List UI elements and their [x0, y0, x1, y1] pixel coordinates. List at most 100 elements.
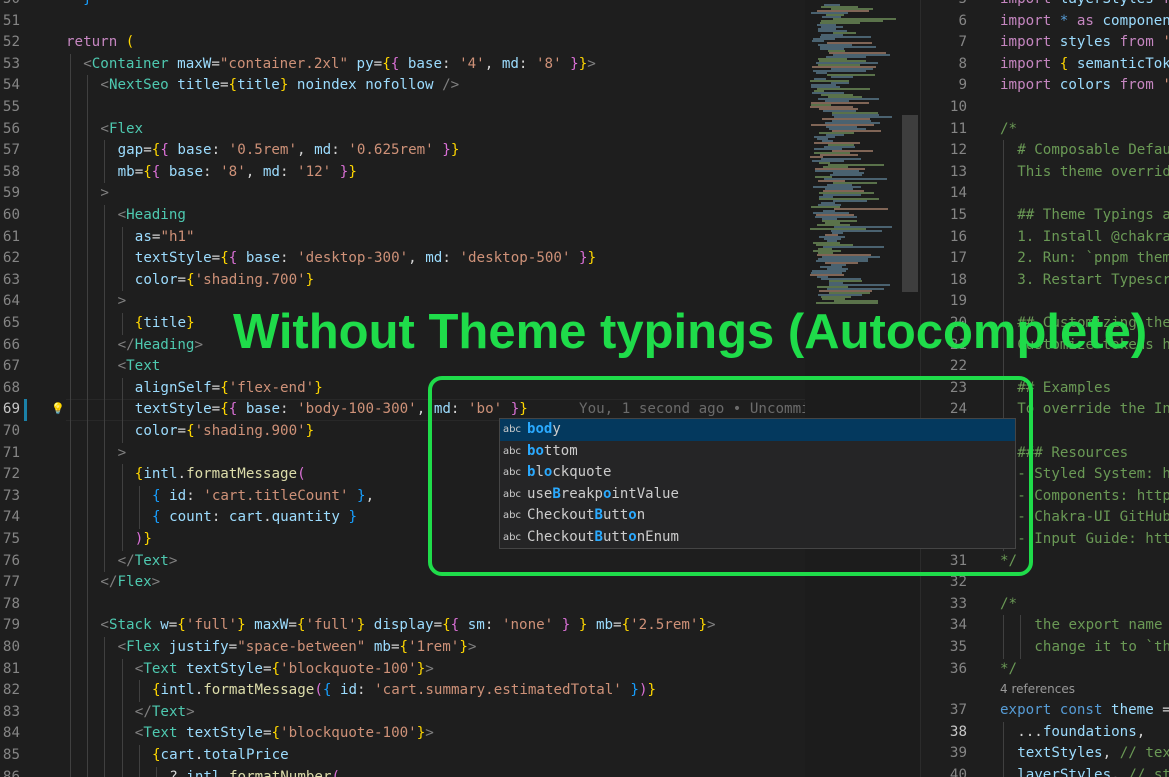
- code-line[interactable]: 79 <Stack w={'full'} maxW={'full'} displa…: [0, 615, 805, 637]
- line-number[interactable]: 82: [0, 680, 20, 702]
- code-text[interactable]: <Text textStyle={'blockquote-100'}>: [135, 723, 434, 745]
- code-text[interactable]: layerStyles, // styles: [1017, 765, 1169, 777]
- code-line[interactable]: 8 import { semanticTokens } from './seman…: [921, 54, 1169, 76]
- code-line[interactable]: 56 <Flex: [0, 118, 805, 141]
- line-number[interactable]: 66: [0, 335, 20, 357]
- code-line[interactable]: 34 the export name of the theme: [921, 615, 1169, 637]
- code-text[interactable]: >: [118, 291, 127, 313]
- code-line[interactable]: 59 >: [0, 183, 805, 205]
- line-number[interactable]: 9: [947, 75, 967, 97]
- code-text[interactable]: change it to `theme`: [1034, 637, 1169, 659]
- line-number[interactable]: 15: [947, 205, 967, 227]
- code-text[interactable]: >: [118, 443, 127, 465]
- line-number[interactable]: 52: [0, 32, 20, 54]
- code-line[interactable]: 5 import layerStyles from './layerStyles': [921, 0, 1169, 11]
- code-text[interactable]: <Heading: [118, 205, 186, 227]
- code-line[interactable]: 63 color={'shading.700'}: [0, 269, 805, 292]
- code-text[interactable]: </Flex>: [100, 572, 160, 594]
- line-number[interactable]: 16: [947, 227, 967, 249]
- code-line[interactable]: 11 /*: [921, 119, 1169, 141]
- code-line[interactable]: 80 <Flex justify="space-between" mb={'1re…: [0, 637, 805, 659]
- minimap-slider[interactable]: [902, 115, 918, 292]
- code-text[interactable]: { count: cart.quantity }: [152, 507, 357, 529]
- code-text[interactable]: import colors from './colors': [1000, 75, 1169, 97]
- code-text[interactable]: <Container maxW="container.2xl" py={{ ba…: [83, 54, 596, 76]
- line-number[interactable]: 71: [0, 443, 20, 465]
- code-text[interactable]: color={'shading.700'}: [135, 270, 314, 292]
- line-number[interactable]: 37: [947, 700, 967, 722]
- line-number[interactable]: 60: [0, 205, 20, 227]
- line-number[interactable]: 81: [0, 659, 20, 681]
- code-text[interactable]: {title}: [135, 313, 195, 335]
- code-line[interactable]: 78: [0, 593, 805, 616]
- code-line[interactable]: 38 ...foundations,: [921, 721, 1169, 744]
- line-number[interactable]: 65: [0, 313, 20, 335]
- code-text[interactable]: </Text>: [135, 702, 195, 724]
- line-number[interactable]: 76: [0, 551, 20, 573]
- line-number[interactable]: 59: [0, 183, 20, 205]
- code-text[interactable]: ## Theme Typings and Autocomplete: [1017, 205, 1169, 227]
- code-line[interactable]: 12 # Composable Default Theme: [921, 140, 1169, 162]
- code-text[interactable]: import { semanticTokens } from './semant…: [1000, 54, 1169, 76]
- code-text[interactable]: # Composable Default Theme: [1017, 140, 1169, 162]
- code-text[interactable]: import styles from './styles': [1000, 32, 1169, 54]
- line-number[interactable]: 75: [0, 529, 20, 551]
- line-number[interactable]: 5: [947, 0, 967, 11]
- code-text[interactable]: - Chakra-UI GitHub: [1017, 507, 1169, 529]
- code-text[interactable]: <NextSeo title={title} noindex nofollow …: [100, 75, 459, 97]
- code-line[interactable]: 61 as="h1": [0, 226, 805, 249]
- code-text[interactable]: alignSelf={'flex-end'}: [135, 378, 323, 400]
- code-text[interactable]: <Flex: [100, 119, 143, 141]
- line-number[interactable]: 67: [0, 356, 20, 378]
- code-line[interactable]: 13 This theme overrides Chakra defaults: [921, 161, 1169, 184]
- line-number[interactable]: 73: [0, 486, 20, 508]
- code-line[interactable]: 57 gap={{ base: '0.5rem', md: '0.625rem' …: [0, 140, 805, 162]
- code-line[interactable]: 83 </Text>: [0, 701, 805, 724]
- code-line[interactable]: 35 change it to `theme`: [921, 637, 1169, 659]
- code-line[interactable]: 36 */: [921, 659, 1169, 681]
- line-number[interactable]: 17: [947, 248, 967, 270]
- line-number[interactable]: 69: [0, 399, 20, 421]
- code-line[interactable]: 33 /*: [921, 594, 1169, 616]
- code-text[interactable]: </Heading>: [118, 335, 203, 357]
- code-line[interactable]: 15 ## Theme Typings and Autocomplete: [921, 205, 1169, 227]
- line-number[interactable]: 6: [947, 11, 967, 33]
- line-number[interactable]: 10: [947, 97, 967, 119]
- lightbulb-icon[interactable]: 💡: [51, 402, 65, 416]
- line-number[interactable]: 11: [947, 119, 967, 141]
- line-number[interactable]: 14: [947, 183, 967, 205]
- code-text[interactable]: as="h1": [135, 227, 195, 249]
- code-line[interactable]: 85 {cart.totalPrice: [0, 745, 805, 767]
- code-text[interactable]: }: [66, 0, 92, 11]
- line-number[interactable]: 13: [947, 162, 967, 184]
- code-line[interactable]: 51: [0, 11, 805, 33]
- line-number[interactable]: 53: [0, 54, 20, 76]
- code-line[interactable]: 81 <Text textStyle={'blockquote-100'}>: [0, 658, 805, 681]
- code-text[interactable]: textStyle={{ base: 'desktop-300', md: 'd…: [135, 248, 596, 270]
- code-text[interactable]: )}: [135, 529, 152, 551]
- code-text[interactable]: </Text>: [118, 551, 178, 573]
- line-number[interactable]: 61: [0, 227, 20, 249]
- line-number[interactable]: 56: [0, 119, 20, 141]
- code-text[interactable]: This theme overrides Chakra defaults: [1017, 162, 1169, 184]
- code-text[interactable]: return (: [66, 32, 134, 54]
- line-number[interactable]: 68: [0, 378, 20, 400]
- code-text[interactable]: import layerStyles from './layerStyles': [1000, 0, 1169, 11]
- line-number[interactable]: 63: [0, 270, 20, 292]
- code-text[interactable]: - Components: https://: [1017, 486, 1169, 508]
- code-text[interactable]: export const theme = {: [1000, 700, 1169, 722]
- code-line[interactable]: 62 textStyle={{ base: 'desktop-300', md: …: [0, 248, 805, 270]
- code-line[interactable]: 55: [0, 97, 805, 119]
- line-number[interactable]: 79: [0, 615, 20, 637]
- code-text[interactable]: color={'shading.900'}: [135, 421, 314, 443]
- code-text[interactable]: <Stack w={'full'} maxW={'full'} display=…: [100, 615, 715, 637]
- code-line[interactable]: 39 textStyles, // textStyles: [921, 743, 1169, 765]
- code-line[interactable]: 82 {intl.formatMessage({ id: 'cart.summar…: [0, 680, 805, 702]
- code-line[interactable]: 6 import * as components from './componen…: [921, 11, 1169, 33]
- code-line[interactable]: 17 2. Run: `pnpm theme`: [921, 248, 1169, 270]
- line-number[interactable]: 57: [0, 140, 20, 162]
- line-number[interactable]: 77: [0, 572, 20, 594]
- code-text[interactable]: import * as components from './component…: [1000, 11, 1169, 33]
- code-line[interactable]: 37 export const theme = {: [921, 700, 1169, 722]
- code-text[interactable]: - Styled System: https://: [1017, 464, 1169, 486]
